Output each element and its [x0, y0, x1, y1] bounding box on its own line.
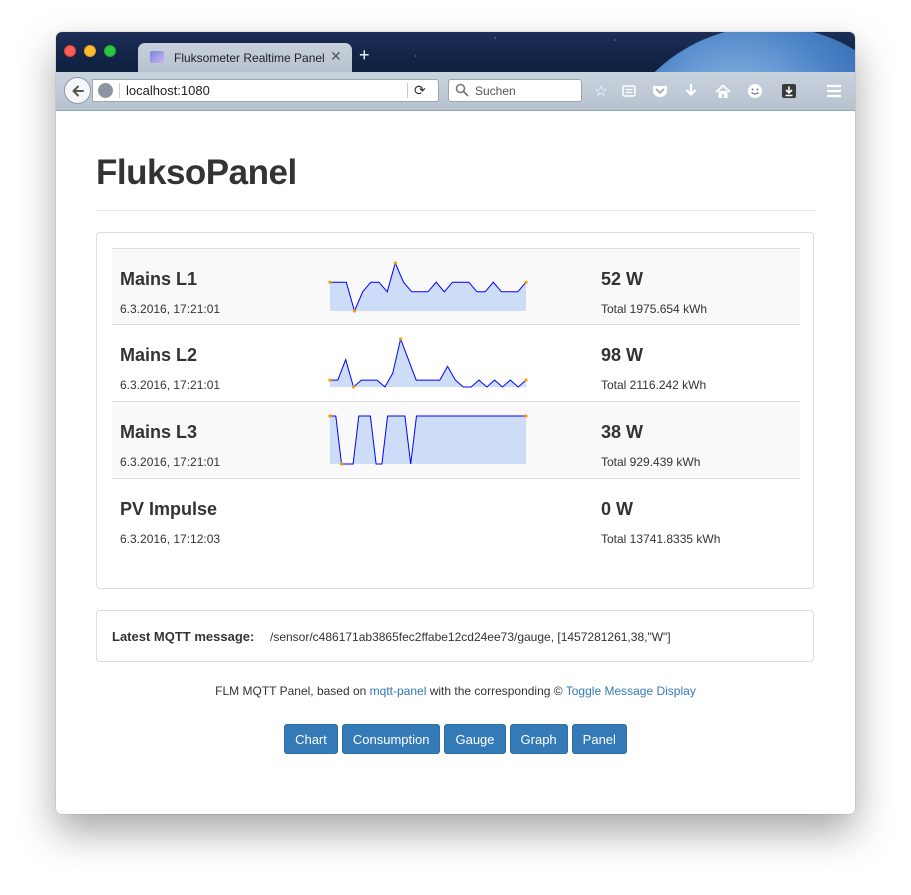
download-icon[interactable] [682, 82, 700, 100]
tab-close-icon[interactable]: ✕ [330, 48, 342, 65]
sensor-timestamp: 6.3.2016, 17:12:03 [120, 532, 221, 546]
sensor-row: Mains L3 6.3.2016, 17:21:01 38 W Total 9… [112, 401, 800, 477]
sparkline-marker [399, 337, 403, 341]
gauge-button[interactable]: Gauge [444, 724, 506, 754]
sensor-total: Total 1975.654 kWh [601, 302, 708, 316]
close-window-button[interactable] [64, 45, 76, 57]
tab-favicon-icon [150, 51, 164, 63]
browser-window: Fluksometer Realtime Panel ✕ + localhost… [56, 32, 855, 814]
sensor-power: 98 W [601, 345, 644, 365]
search-placeholder: Suchen [475, 84, 516, 98]
sparkline-marker [328, 280, 332, 284]
sensor-row: Mains L2 6.3.2016, 17:21:01 98 W Total 2… [112, 324, 800, 400]
sensor-power: 38 W [601, 422, 644, 442]
globe-icon [98, 83, 113, 98]
sensor-name: PV Impulse [120, 499, 218, 519]
title-bar: Fluksometer Realtime Panel ✕ + [56, 32, 855, 72]
url-separator [119, 83, 120, 98]
sensor-timestamp: 6.3.2016, 17:21:01 [120, 302, 221, 316]
address-bar[interactable]: localhost:1080 ⟳ [92, 79, 439, 102]
page-title: FluksoPanel [96, 153, 297, 192]
toggle-message-display-link[interactable]: Toggle Message Display [566, 684, 696, 698]
sparkline-line [330, 337, 527, 388]
chart-button[interactable]: Chart [284, 724, 338, 754]
mqtt-message-text: /sensor/c486171ab3865fec2ffabe12cd24ee73… [270, 630, 671, 644]
sensor-row: PV Impulse 6.3.2016, 17:12:03 0 W Total … [112, 478, 800, 554]
mqtt-message-panel: Latest MQTT message: /sensor/c486171ab38… [96, 610, 814, 662]
new-tab-icon[interactable]: + [359, 46, 370, 64]
sensor-sparkline [328, 337, 528, 389]
page-content: FluksoPanel Mains L1 6.3.2016, 17:21:01 … [56, 111, 855, 814]
sensor-sparkline [328, 261, 528, 313]
sensor-total: Total 2116.242 kWh [601, 378, 707, 392]
footer-prefix: FLM MQTT Panel, based on [215, 684, 370, 698]
sparkline-marker [524, 414, 528, 418]
sensor-timestamp: 6.3.2016, 17:21:01 [120, 378, 221, 392]
url-separator-right [407, 83, 408, 98]
browser-tab[interactable]: Fluksometer Realtime Panel ✕ [138, 43, 352, 72]
reload-icon[interactable]: ⟳ [414, 82, 426, 99]
graph-button[interactable]: Graph [509, 724, 568, 754]
sensor-sparkline [328, 414, 528, 466]
sparkline-marker [524, 280, 528, 284]
footer-middle: with the corresponding © [426, 684, 566, 698]
sparkline-marker [524, 378, 528, 382]
sparkline-marker [393, 261, 397, 265]
mqtt-message-label: Latest MQTT message: [112, 629, 255, 644]
consumption-button[interactable]: Consumption [341, 724, 441, 754]
sensor-total: Total 929.439 kWh [601, 455, 701, 469]
bookmark-star-icon[interactable]: ☆ [592, 82, 610, 100]
sensor-panel: Mains L1 6.3.2016, 17:21:01 52 W Total 1… [96, 232, 814, 589]
sparkline-marker [339, 462, 344, 466]
title-divider [96, 210, 816, 211]
sparkline-marker [352, 309, 357, 313]
back-arrow-icon [72, 85, 84, 97]
pocket-icon[interactable] [651, 82, 669, 100]
nav-button-group: Chart Consumption Gauge Graph Panel [56, 724, 855, 754]
reading-list-icon[interactable] [620, 82, 638, 100]
sparkline-marker [328, 414, 332, 418]
sparkline-marker [328, 378, 332, 382]
back-button[interactable] [64, 77, 91, 104]
sensor-total: Total 13741.8335 kWh [601, 532, 721, 546]
sensor-row: Mains L1 6.3.2016, 17:21:01 52 W Total 1… [112, 248, 800, 324]
sensor-timestamp: 6.3.2016, 17:21:01 [120, 455, 221, 469]
menu-hamburger-icon[interactable] [825, 82, 843, 100]
search-icon [455, 83, 469, 97]
home-icon[interactable] [714, 82, 732, 100]
mqtt-panel-link[interactable]: mqtt-panel [370, 684, 427, 698]
url-text[interactable]: localhost:1080 [126, 83, 210, 98]
sparkline-area [330, 416, 526, 464]
sensor-name: Mains L3 [120, 422, 198, 442]
sensor-power: 0 W [601, 499, 634, 519]
sparkline-marker [351, 385, 356, 389]
search-input[interactable]: Suchen [448, 79, 582, 102]
download-manager-icon[interactable] [780, 82, 798, 100]
navigation-toolbar: localhost:1080 ⟳ Suchen ☆ [56, 72, 855, 111]
maximize-window-button[interactable] [104, 45, 116, 57]
tab-title: Fluksometer Realtime Panel [174, 51, 325, 65]
sensor-name: Mains L1 [120, 269, 198, 289]
hello-chat-icon[interactable] [746, 82, 764, 100]
sensor-power: 52 W [601, 269, 644, 289]
sparkline-area [330, 263, 526, 311]
sensor-name: Mains L2 [120, 345, 198, 365]
panel-button[interactable]: Panel [571, 724, 627, 754]
footer-text: FLM MQTT Panel, based on mqtt-panel with… [56, 684, 855, 698]
minimize-window-button[interactable] [84, 45, 96, 57]
